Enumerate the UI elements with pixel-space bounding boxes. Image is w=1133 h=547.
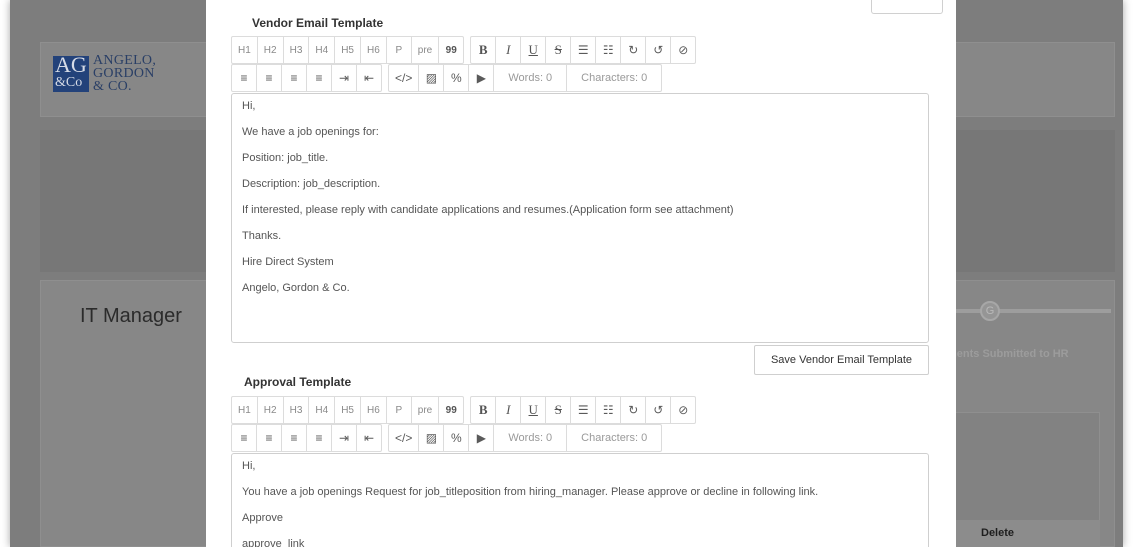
table-header-delete: Delete (981, 527, 1015, 539)
character-count: Characters: 0 (566, 64, 663, 92)
h3-button[interactable]: H3 (282, 396, 310, 424)
editor-line: Hi, (242, 460, 256, 472)
background-page: AG &Co ANGELO, GORDON & CO. IT Manager G… (10, 0, 1123, 547)
table-header (945, 520, 1100, 547)
underline-button[interactable]: U (520, 36, 547, 64)
paragraph-button[interactable]: P (385, 396, 412, 424)
h5-button[interactable]: H5 (334, 396, 361, 424)
logo-mark-line2: &Co (55, 74, 83, 90)
status-label: ments Submitted to HR (947, 348, 1069, 360)
progress-track (946, 309, 1111, 313)
editor-line: Position: job_title. (242, 152, 329, 164)
undo-icon[interactable]: ↺ (645, 396, 672, 424)
h1-button[interactable]: H1 (231, 396, 258, 424)
unordered-list-icon[interactable]: ☰ (570, 36, 597, 64)
clear-format-icon[interactable]: ⊘ (670, 36, 697, 64)
editor-line: We have a job openings for: (242, 126, 379, 138)
code-icon[interactable]: </> (388, 64, 420, 92)
logo-mark-line1: AG (55, 51, 87, 77)
page-title: IT Manager (80, 305, 182, 327)
bold-button[interactable]: B (470, 36, 497, 64)
align-center-icon[interactable]: ≡ (256, 64, 282, 92)
italic-button[interactable]: I (495, 36, 522, 64)
approval-email-editor[interactable]: Hi, You have a job openings Request for … (231, 453, 929, 547)
word-count: Words: 0 (493, 64, 568, 92)
code-icon[interactable]: </> (388, 424, 420, 452)
redo-icon[interactable]: ↻ (620, 36, 647, 64)
strikethrough-button[interactable]: S (545, 396, 572, 424)
align-justify-icon[interactable]: ≡ (306, 64, 332, 92)
h6-button[interactable]: H6 (359, 36, 387, 64)
editor-line: Thanks. (242, 230, 282, 242)
paragraph-button[interactable]: P (385, 36, 412, 64)
logo-text: ANGELO, GORDON & CO. (93, 54, 156, 94)
modal-close-button[interactable] (871, 0, 943, 14)
ordered-list-icon[interactable]: ☷ (595, 36, 622, 64)
align-left-icon[interactable]: ≡ (231, 424, 257, 452)
company-logo: AG &Co ANGELO, GORDON & CO. (53, 51, 156, 94)
clear-format-icon[interactable]: ⊘ (670, 396, 697, 424)
video-icon[interactable]: ▶ (468, 64, 495, 92)
undo-icon[interactable]: ↺ (645, 36, 672, 64)
vendor-template-title: Vendor Email Template (252, 16, 384, 30)
character-count: Characters: 0 (566, 424, 663, 452)
editor-line: Approve (242, 512, 283, 524)
indent-icon[interactable]: ⇥ (331, 424, 357, 452)
align-center-icon[interactable]: ≡ (256, 424, 282, 452)
align-left-icon[interactable]: ≡ (231, 64, 257, 92)
link-icon[interactable]: % (443, 424, 470, 452)
approval-editor-toolbar: H1 H2 H3 H4 H5 H6 P pre 99 B I U S ☰ ☷ ↻… (231, 396, 702, 452)
quote-button[interactable]: 99 (438, 36, 465, 64)
editor-line: Hire Direct System (242, 256, 334, 268)
link-icon[interactable]: % (443, 64, 470, 92)
redo-icon[interactable]: ↻ (620, 396, 647, 424)
unordered-list-icon[interactable]: ☰ (570, 396, 597, 424)
quote-button[interactable]: 99 (438, 396, 465, 424)
logo-mark: AG &Co (53, 51, 89, 92)
progress-step-dot: G (980, 301, 1000, 321)
h5-button[interactable]: H5 (334, 36, 361, 64)
pre-button[interactable]: pre (410, 396, 440, 424)
align-right-icon[interactable]: ≡ (281, 64, 307, 92)
align-justify-icon[interactable]: ≡ (306, 424, 332, 452)
editor-line: Description: job_description. (242, 178, 381, 190)
underline-button[interactable]: U (520, 396, 547, 424)
editor-line: If interested, please reply with candida… (242, 204, 734, 216)
ordered-list-icon[interactable]: ☷ (595, 396, 622, 424)
save-vendor-template-button[interactable]: Save Vendor Email Template (754, 345, 929, 375)
editor-line: approve_link (242, 538, 305, 547)
editor-line: You have a job openings Request for job_… (242, 486, 819, 498)
h2-button[interactable]: H2 (256, 396, 284, 424)
align-right-icon[interactable]: ≡ (281, 424, 307, 452)
h3-button[interactable]: H3 (282, 36, 310, 64)
italic-button[interactable]: I (495, 396, 522, 424)
bold-button[interactable]: B (470, 396, 497, 424)
email-template-modal: Vendor Email Template H1 H2 H3 H4 H5 H6 … (206, 0, 956, 547)
h4-button[interactable]: H4 (308, 396, 336, 424)
indent-icon[interactable]: ⇥ (331, 64, 357, 92)
h2-button[interactable]: H2 (256, 36, 284, 64)
h4-button[interactable]: H4 (308, 36, 336, 64)
image-icon[interactable]: ▨ (418, 64, 445, 92)
vendor-editor-toolbar: H1 H2 H3 H4 H5 H6 P pre 99 B I U S ☰ ☷ ↻… (231, 36, 702, 92)
outdent-icon[interactable]: ⇤ (356, 424, 382, 452)
word-count: Words: 0 (493, 424, 568, 452)
video-icon[interactable]: ▶ (468, 424, 495, 452)
h6-button[interactable]: H6 (359, 396, 387, 424)
pre-button[interactable]: pre (410, 36, 440, 64)
outdent-icon[interactable]: ⇤ (356, 64, 382, 92)
logo-text-line3: & CO. (93, 79, 132, 94)
vendor-email-editor[interactable]: Hi, We have a job openings for: Position… (231, 93, 929, 343)
strikethrough-button[interactable]: S (545, 36, 572, 64)
h1-button[interactable]: H1 (231, 36, 258, 64)
editor-line: Angelo, Gordon & Co. (242, 282, 350, 294)
image-icon[interactable]: ▨ (418, 424, 445, 452)
editor-line: Hi, (242, 100, 256, 112)
approval-template-title: Approval Template (244, 375, 352, 389)
